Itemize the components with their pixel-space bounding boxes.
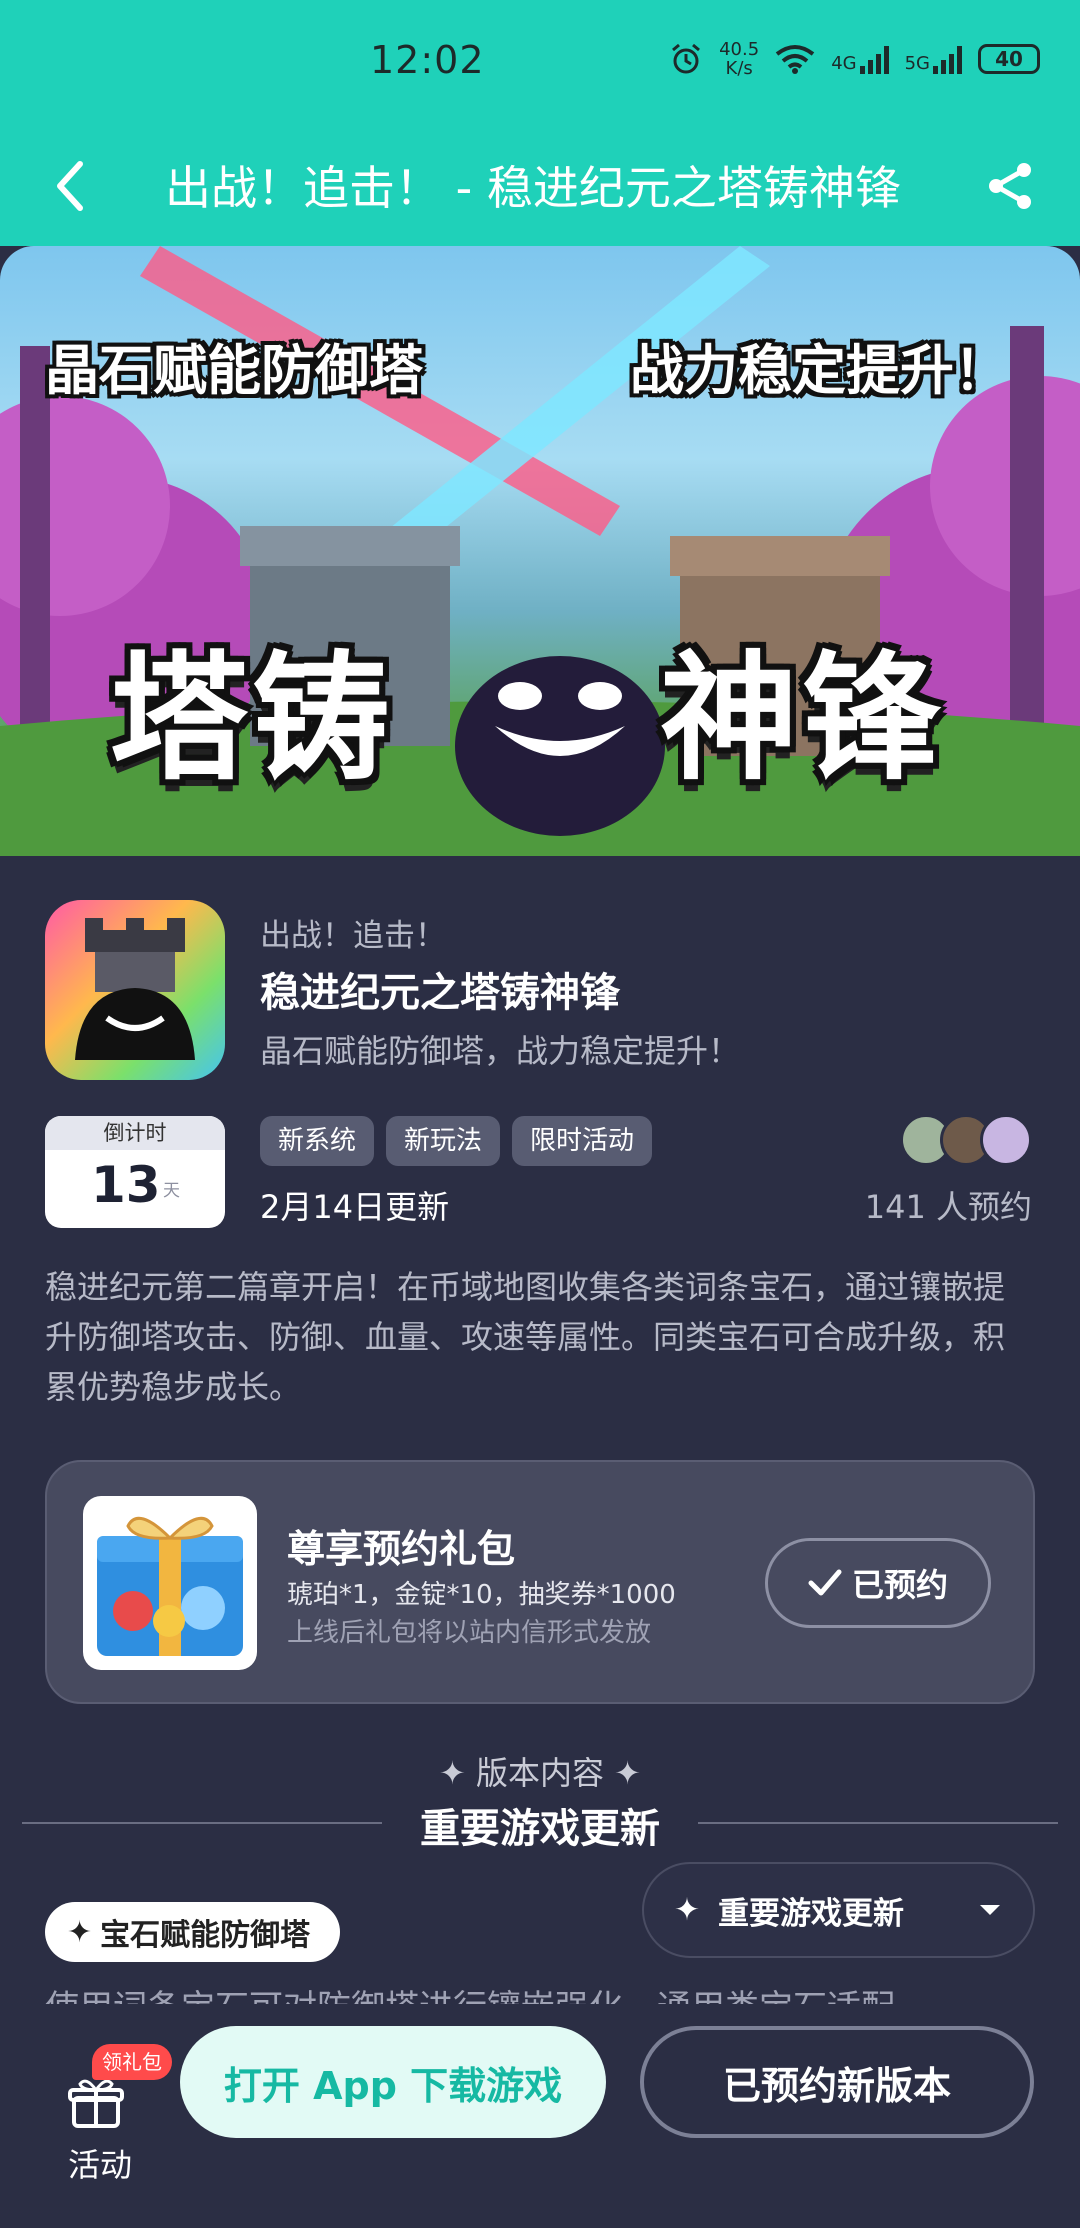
update-date: 2月14日更新 bbox=[260, 1188, 450, 1226]
gift-box-icon bbox=[97, 1516, 243, 1656]
banner-caption-right: 战力稳定提升！ bbox=[630, 339, 1008, 402]
page-title: 出战！追击！ - 稳进纪元之塔铸神锋 bbox=[165, 161, 901, 215]
tag-new-gameplay[interactable]: 新玩法 bbox=[386, 1116, 501, 1166]
status-icons: 40.5 K/s 4G 5G 40 bbox=[669, 40, 1040, 78]
net-speed-unit: K/s bbox=[725, 58, 753, 79]
tag-new-system[interactable]: 新系统 bbox=[260, 1116, 375, 1166]
reserve-count: 141 人预约 bbox=[864, 1188, 1032, 1226]
reserved-version-button[interactable]: 已预约新版本 bbox=[640, 2026, 1034, 2138]
signal-bars-icon bbox=[859, 44, 889, 74]
alarm-icon bbox=[672, 43, 701, 74]
castle-icon bbox=[75, 918, 195, 1060]
signal-5g-label: 5G bbox=[904, 53, 930, 74]
gift-items: 琥珀*1，金锭*10，抽奖券*1000 bbox=[287, 1580, 676, 1610]
avatar bbox=[980, 1114, 1032, 1166]
gift-icon bbox=[68, 2079, 124, 2128]
page: 12:02 40.5 K/s 4G 5G 40 出战！追击！ - 稳进纪元之塔铸… bbox=[0, 0, 1080, 2228]
game-subtitle: 出战！追击！ bbox=[260, 918, 446, 954]
net-speed-value: 40.5 bbox=[719, 39, 760, 60]
activity-button[interactable]: 领礼包 活动 bbox=[40, 2044, 172, 2184]
banner-logo-right: 神锋 bbox=[660, 638, 945, 799]
status-bar: 12:02 40.5 K/s 4G 5G 40 bbox=[0, 0, 1080, 130]
gift-note: 上线后礼包将以站内信形式发放 bbox=[287, 1618, 652, 1648]
section-title-row: 重要游戏更新 bbox=[22, 1796, 1058, 1852]
section-dropdown-label: 重要游戏更新 bbox=[717, 1895, 904, 1932]
net-speed: 40.5 K/s bbox=[719, 40, 759, 78]
countdown-value: 13 bbox=[91, 1156, 161, 1214]
game-title: 稳进纪元之塔铸神锋 bbox=[260, 970, 620, 1016]
chevron-left-icon bbox=[57, 161, 83, 211]
back-button[interactable] bbox=[40, 156, 100, 216]
game-description: 稳进纪元第二篇章开启！在币域地图收集各类词条宝石，通过镶嵌提升防御塔攻击、防御、… bbox=[45, 1268, 1006, 1406]
bottom-action-bar: 领礼包 活动 打开 App 下载游戏 已预约新版本 bbox=[0, 2004, 1080, 2228]
gift-title: 尊享预约礼包 bbox=[287, 1527, 516, 1571]
countdown-unit: 天 bbox=[163, 1181, 180, 1201]
reserved-button-label: 已预约 bbox=[851, 1566, 948, 1604]
signal-4g-label: 4G bbox=[831, 53, 857, 74]
sparkle-icon: ✦ bbox=[67, 1914, 93, 1950]
battery-icon: 40 bbox=[978, 44, 1040, 74]
tag-limited-event[interactable]: 限时活动 bbox=[512, 1116, 653, 1166]
tag-list: 新系统 新玩法 限时活动 bbox=[260, 1116, 653, 1166]
app-icon[interactable] bbox=[45, 900, 225, 1080]
gift-badge: 领礼包 bbox=[92, 2044, 172, 2080]
version-content-label: ✦ 版本内容 ✦ bbox=[439, 1754, 641, 1792]
signal-4g: 4G bbox=[831, 44, 889, 74]
share-button[interactable] bbox=[980, 156, 1040, 216]
game-banner[interactable]: 晶石赋能防御塔 战力稳定提升！ 塔铸 神锋 bbox=[0, 246, 1080, 856]
activity-label: 活动 bbox=[67, 2146, 132, 2184]
wifi-icon bbox=[775, 45, 815, 74]
nav-bar: 出战！追击！ - 稳进纪元之塔铸神锋 bbox=[0, 130, 1080, 246]
reserver-avatars[interactable] bbox=[900, 1114, 1032, 1166]
status-time: 12:02 bbox=[370, 38, 485, 82]
banner-logo-left: 塔铸 bbox=[110, 638, 395, 799]
feature-tag: ✦ 宝石赋能防御塔 bbox=[45, 1902, 341, 1962]
share-icon bbox=[989, 163, 1031, 209]
countdown-card: 倒计时 13 天 bbox=[45, 1116, 225, 1228]
signal-5g: 5G bbox=[905, 44, 962, 74]
game-slogan: 晶石赋能防御塔，战力稳定提升！ bbox=[260, 1032, 741, 1070]
signal-bars-icon bbox=[933, 44, 962, 74]
gift-box-image bbox=[83, 1496, 257, 1670]
sparkle-icon: ✦ bbox=[674, 1892, 700, 1928]
feature-tag-label: 宝石赋能防御塔 bbox=[100, 1918, 311, 1953]
open-app-button[interactable]: 打开 App 下载游戏 bbox=[180, 2026, 606, 2138]
chevron-down-icon bbox=[980, 1905, 1000, 1915]
countdown-label: 倒计时 bbox=[45, 1116, 225, 1150]
reservation-gift-card: 尊享预约礼包 琥珀*1，金锭*10，抽奖券*1000 上线后礼包将以站内信形式发… bbox=[45, 1460, 1035, 1704]
banner-caption-left: 晶石赋能防御塔 bbox=[45, 339, 423, 402]
check-icon bbox=[808, 1569, 842, 1596]
section-dropdown[interactable]: ✦ 重要游戏更新 bbox=[642, 1862, 1035, 1958]
reserved-button[interactable]: 已预约 bbox=[765, 1538, 991, 1628]
section-title: 重要游戏更新 bbox=[420, 1806, 660, 1852]
